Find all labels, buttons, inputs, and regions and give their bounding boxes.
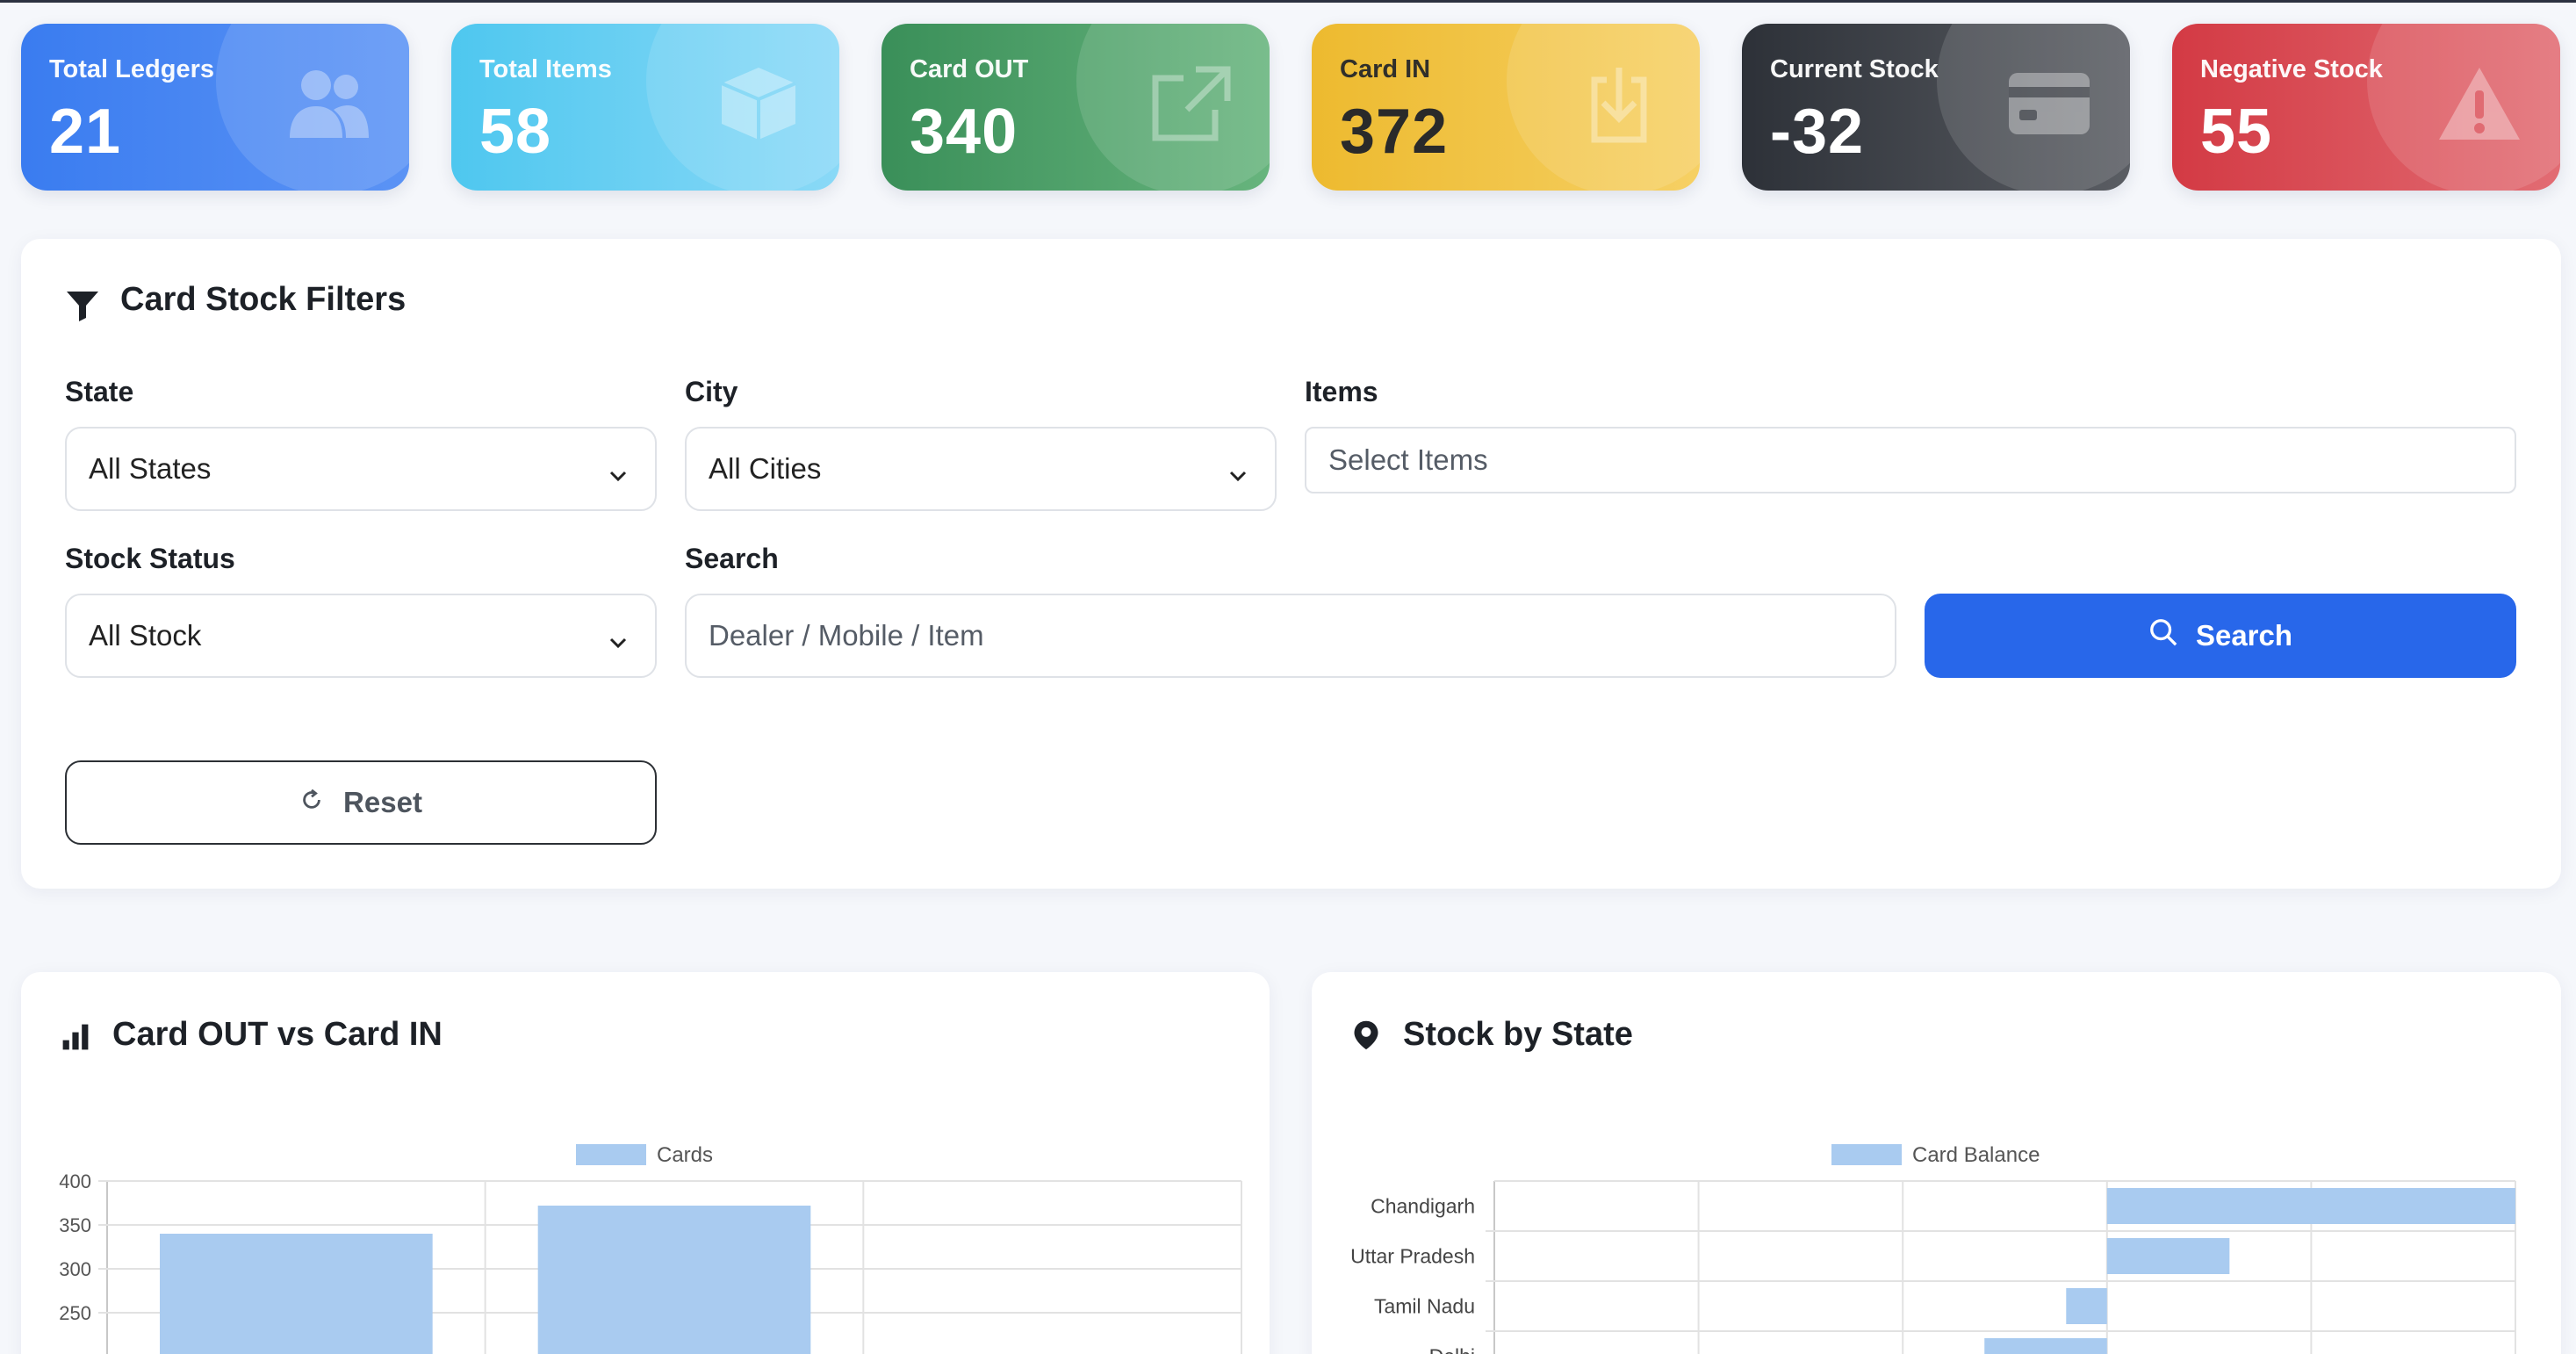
stat-label: Card IN — [1340, 55, 1431, 83]
filter-icon — [65, 288, 100, 323]
bar — [2066, 1288, 2107, 1324]
filters-panel: Card Stock Filters State All States City… — [21, 239, 2561, 889]
bar — [2106, 1238, 2230, 1274]
stock-status-label: Stock Status — [65, 543, 235, 574]
search-input[interactable]: Dealer / Mobile / Item — [685, 594, 1896, 678]
stat-card-total-ledgers[interactable]: Total Ledgers 21 — [21, 24, 409, 191]
search-label: Search — [685, 543, 779, 574]
bar — [1984, 1338, 2107, 1354]
state-label: State — [65, 376, 134, 407]
credit-card-icon — [2005, 64, 2093, 143]
chevron-down-icon — [1227, 460, 1248, 482]
search-icon — [2148, 617, 2178, 654]
stock-status-value: All Stock — [89, 619, 202, 652]
y-tick-label: 400 — [59, 1170, 91, 1192]
stat-value: 58 — [479, 97, 552, 167]
items-label: Items — [1305, 376, 1378, 407]
search-button-label: Search — [2195, 619, 2293, 652]
stat-card-current-stock[interactable]: Current Stock -32 — [1742, 24, 2130, 191]
items-select[interactable]: Select Items — [1305, 427, 2516, 493]
stat-value: 372 — [1340, 97, 1449, 167]
stat-label: Total Items — [479, 55, 612, 83]
card-out-vs-in-panel: Card OUT vs Card IN Cards 400 350 300 250 — [21, 972, 1270, 1354]
city-select[interactable]: All Cities — [685, 427, 1277, 511]
download-icon — [1575, 64, 1663, 143]
legend-swatch — [576, 1144, 646, 1165]
top-border — [0, 0, 2576, 3]
y-tick-label: 250 — [59, 1302, 91, 1324]
refresh-icon — [299, 786, 324, 819]
city-label: City — [685, 376, 738, 407]
stock-by-state-chart: Card Balance Chandigarh Uttar Pradesh Tamil… — [1350, 1143, 2516, 1354]
chevron-down-icon — [608, 460, 629, 482]
stat-card-negative-stock[interactable]: Negative Stock 55 — [2172, 24, 2560, 191]
bar — [160, 1234, 433, 1354]
filters-title: Card Stock Filters — [120, 281, 407, 318]
stat-value: -32 — [1770, 97, 1865, 167]
city-select-value: All Cities — [709, 452, 822, 485]
legend-swatch — [1831, 1144, 1902, 1165]
stat-label: Current Stock — [1770, 55, 1939, 83]
stat-card-card-out[interactable]: Card OUT 340 — [881, 24, 1270, 191]
y-tick-label: Uttar Pradesh — [1350, 1245, 1475, 1268]
y-tick-label: Tamil Nadu — [1374, 1295, 1475, 1318]
stats-row: Total Ledgers 21 Total Items 58 Card OUT… — [21, 24, 2561, 191]
stat-label: Negative Stock — [2200, 55, 2383, 83]
reset-button[interactable]: Reset — [65, 760, 657, 845]
search-placeholder: Dealer / Mobile / Item — [709, 619, 984, 652]
legend-label: Card Balance — [1912, 1143, 2040, 1167]
stat-value: 340 — [910, 97, 1018, 167]
stat-label: Total Ledgers — [49, 55, 214, 83]
chevron-down-icon — [608, 627, 629, 649]
warning-icon — [2436, 64, 2523, 143]
stat-label: Card OUT — [910, 55, 1029, 83]
stock-by-state-panel: Stock by State Card Balance Chandigarh Utt… — [1312, 972, 2561, 1354]
stat-card-card-in[interactable]: Card IN 372 — [1312, 24, 1700, 191]
items-placeholder: Select Items — [1328, 443, 1488, 476]
legend-label: Cards — [657, 1143, 713, 1167]
stat-card-total-items[interactable]: Total Items 58 — [451, 24, 839, 191]
box-icon — [715, 64, 802, 143]
users-icon — [284, 64, 372, 143]
stat-value: 21 — [49, 97, 122, 167]
y-tick-label: 300 — [59, 1258, 91, 1280]
stock-status-select[interactable]: All Stock — [65, 594, 657, 678]
state-select-value: All States — [89, 452, 212, 485]
reset-button-label: Reset — [343, 786, 422, 818]
bar — [2106, 1188, 2515, 1224]
y-tick-label: Delhi — [1429, 1345, 1475, 1354]
y-tick-label: 350 — [59, 1214, 91, 1236]
card-out-vs-in-chart: Cards 400 350 300 250 — [59, 1143, 1242, 1354]
bar — [537, 1206, 811, 1354]
stat-value: 55 — [2200, 97, 2273, 167]
external-link-icon — [1145, 64, 1233, 143]
search-button[interactable]: Search — [1925, 594, 2516, 678]
y-tick-label: Chandigarh — [1371, 1195, 1475, 1218]
state-select[interactable]: All States — [65, 427, 657, 511]
